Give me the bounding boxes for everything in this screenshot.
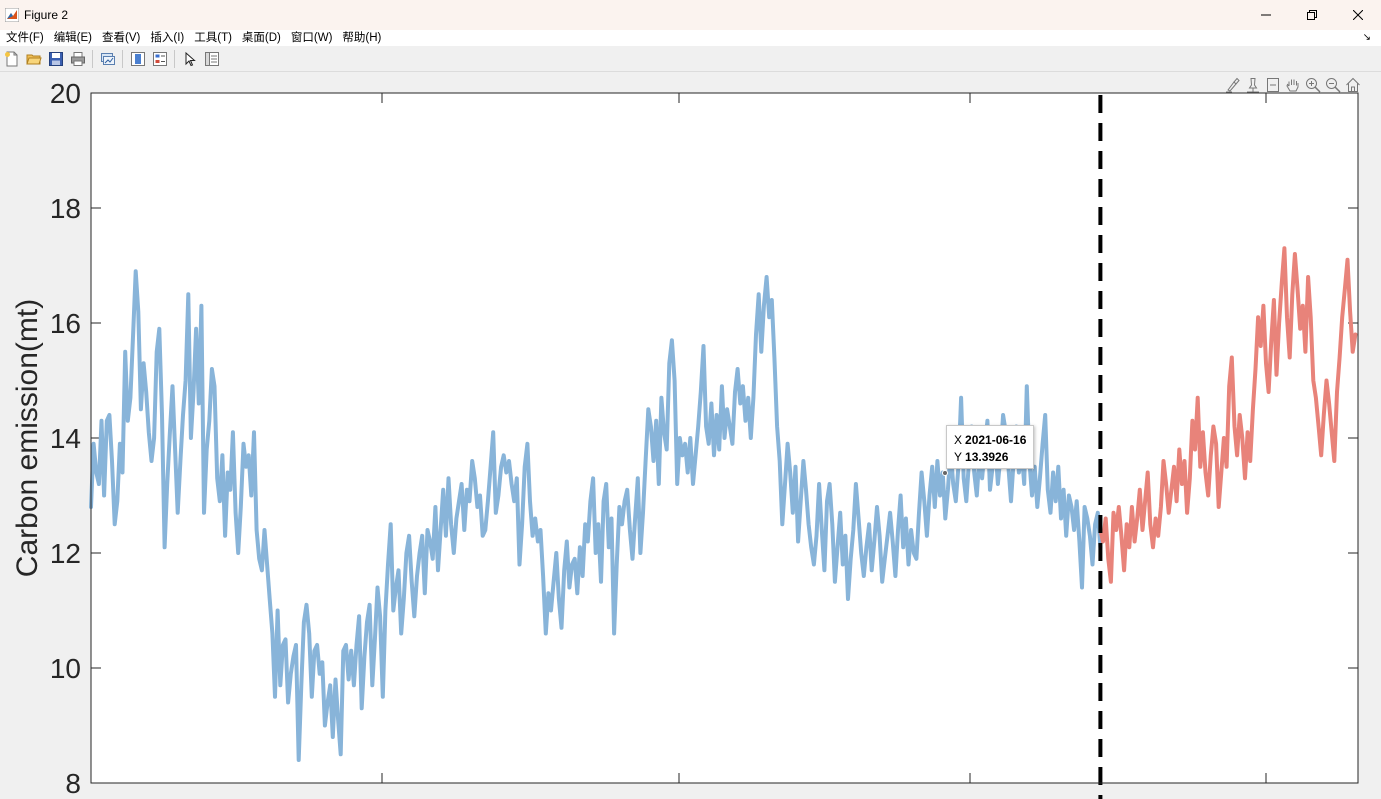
y-tick-label: 12 bbox=[50, 538, 81, 569]
y-tick-label: 10 bbox=[50, 653, 81, 684]
property-inspector-icon bbox=[205, 52, 219, 66]
link-plot-icon bbox=[101, 53, 115, 65]
open-file-icon bbox=[26, 54, 42, 65]
y-axis-label: Carbon emission(mt) bbox=[11, 299, 44, 577]
line-chart[interactable]: Carbon emission(mt) 8 10 12 14 16 18 20 bbox=[0, 72, 1381, 799]
print-button[interactable] bbox=[68, 49, 88, 69]
toolbar-separator bbox=[122, 50, 123, 68]
toolbar-separator bbox=[92, 50, 93, 68]
restore-button[interactable] bbox=[1289, 0, 1335, 30]
colorbar-icon bbox=[131, 52, 145, 66]
datatip-x-value: 2021-06-16 bbox=[965, 433, 1027, 447]
figure-toolbar bbox=[0, 47, 1381, 72]
close-icon bbox=[1353, 10, 1363, 20]
datatip-y-value: 13.3926 bbox=[965, 450, 1009, 464]
restore-icon bbox=[1307, 10, 1317, 20]
datatip-x-key: X bbox=[954, 433, 963, 447]
y-tick-label: 16 bbox=[50, 308, 81, 339]
save-icon bbox=[49, 52, 63, 66]
datatip-y-row: Y 13.3926 bbox=[954, 449, 1033, 466]
menu-bar: 文件(F) 编辑(E) 查看(V) 插入(I) 工具(T) 桌面(D) 窗口(W… bbox=[0, 30, 1381, 46]
datatip[interactable]: X 2021-06-16 Y 13.3926 bbox=[946, 425, 1034, 469]
edit-plot-button[interactable] bbox=[180, 49, 200, 69]
new-figure-icon bbox=[5, 51, 18, 67]
minimize-icon bbox=[1261, 14, 1271, 16]
matlab-logo-icon bbox=[5, 8, 19, 22]
menu-desktop[interactable]: 桌面(D) bbox=[237, 30, 286, 46]
datatip-x-row: X 2021-06-16 bbox=[954, 432, 1033, 449]
new-figure-button[interactable] bbox=[2, 49, 22, 69]
save-button[interactable] bbox=[46, 49, 66, 69]
toolbar-separator bbox=[174, 50, 175, 68]
menu-insert[interactable]: 插入(I) bbox=[145, 30, 189, 46]
datatip-marker[interactable] bbox=[942, 470, 948, 476]
y-tick-label: 14 bbox=[50, 423, 81, 454]
menu-window[interactable]: 窗口(W) bbox=[286, 30, 338, 46]
window-title: Figure 2 bbox=[24, 8, 69, 22]
property-inspector-button[interactable] bbox=[202, 49, 222, 69]
menu-tools[interactable]: 工具(T) bbox=[189, 30, 237, 46]
open-file-button[interactable] bbox=[24, 49, 44, 69]
print-icon bbox=[71, 52, 85, 66]
y-tick-label: 8 bbox=[65, 768, 81, 799]
expand-toolbar-icon[interactable]: ↘ bbox=[1363, 31, 1371, 45]
y-tick-label: 18 bbox=[50, 193, 81, 224]
insert-legend-button[interactable] bbox=[150, 49, 170, 69]
menu-file[interactable]: 文件(F) bbox=[0, 30, 49, 46]
y-tick-label: 20 bbox=[50, 78, 81, 109]
link-plot-button[interactable] bbox=[98, 49, 118, 69]
menu-help[interactable]: 帮助(H) bbox=[337, 30, 386, 46]
datatip-y-key: Y bbox=[954, 450, 963, 464]
insert-colorbar-button[interactable] bbox=[128, 49, 148, 69]
legend-icon bbox=[153, 52, 167, 66]
close-button[interactable] bbox=[1335, 0, 1381, 30]
edit-plot-arrow-icon bbox=[185, 51, 196, 67]
minimize-button[interactable] bbox=[1243, 0, 1289, 30]
menu-view[interactable]: 查看(V) bbox=[97, 30, 145, 46]
title-bar: Figure 2 bbox=[0, 0, 1381, 30]
menu-edit[interactable]: 编辑(E) bbox=[49, 30, 97, 46]
